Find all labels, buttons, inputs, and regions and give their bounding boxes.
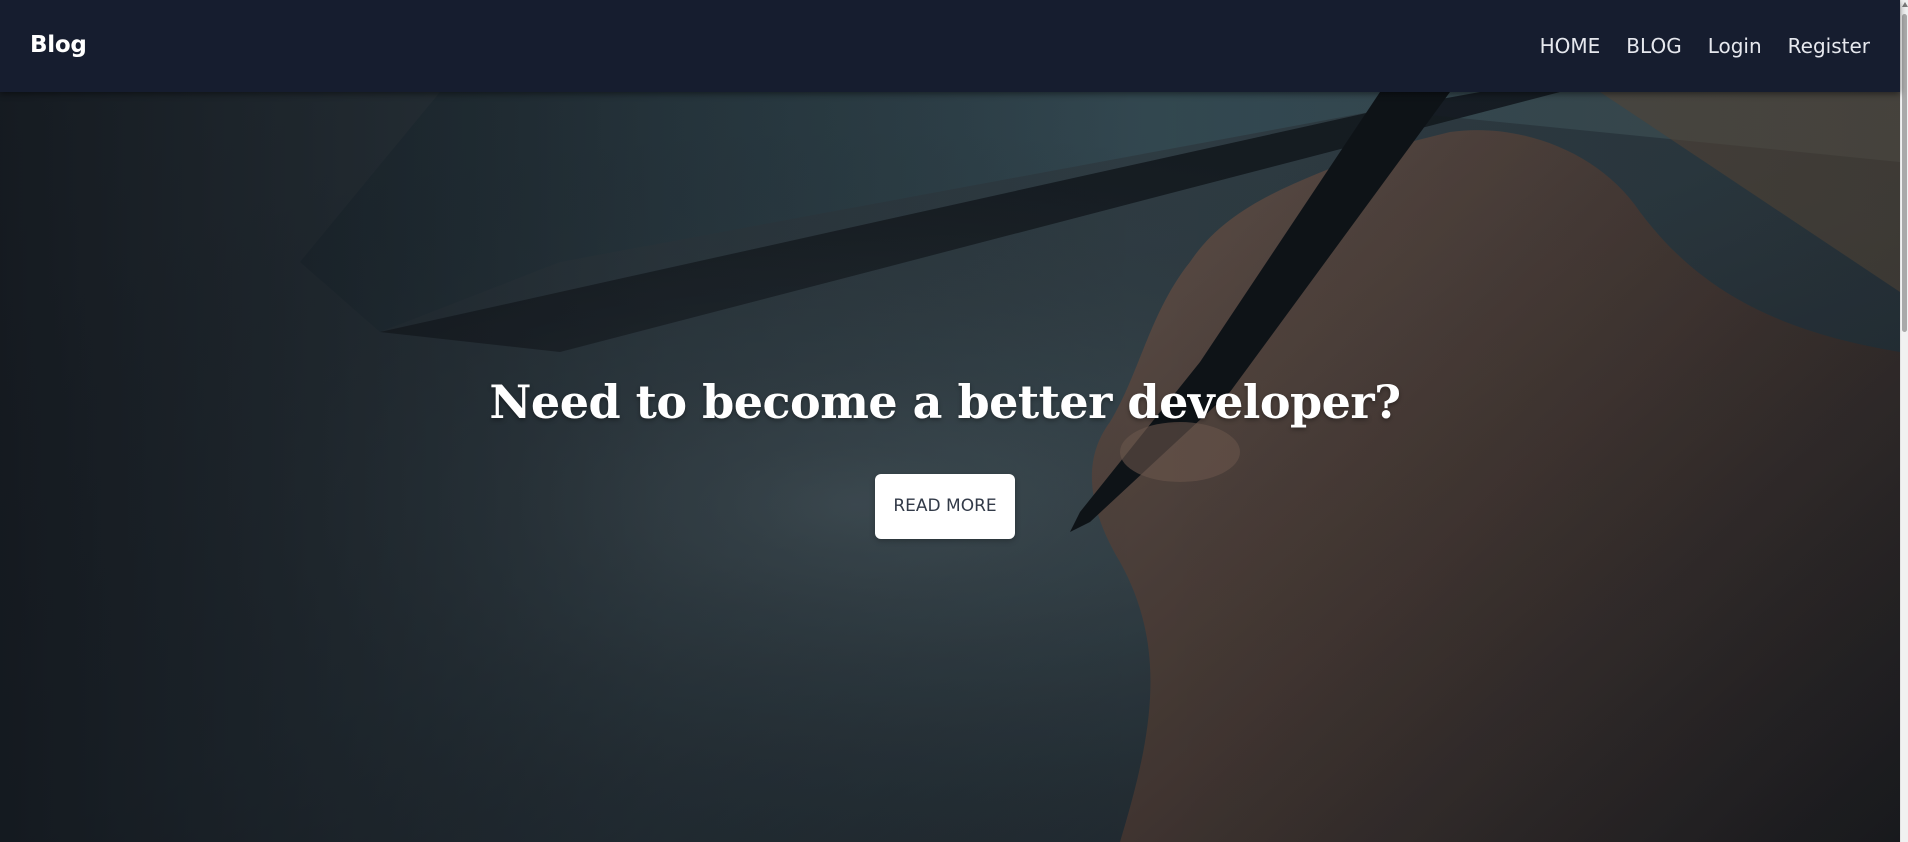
vertical-scrollbar[interactable] (1900, 0, 1908, 842)
nav-link-login[interactable]: Login (1708, 31, 1762, 61)
scrollbar-thumb[interactable] (1902, 14, 1907, 332)
nav-links: HOME BLOG Login Register (1540, 31, 1870, 61)
hero-section: Need to become a better developer? READ … (0, 92, 1900, 842)
nav-link-home[interactable]: HOME (1540, 31, 1601, 61)
page: Blog HOME BLOG Login Register Need to be… (0, 0, 1908, 842)
nav-link-blog[interactable]: BLOG (1626, 31, 1681, 61)
brand-logo[interactable]: Blog (30, 29, 87, 61)
read-more-button[interactable]: READ MORE (875, 474, 1015, 539)
nav-link-register[interactable]: Register (1788, 31, 1870, 61)
navbar: Blog HOME BLOG Login Register (0, 0, 1900, 92)
hero-title: Need to become a better developer? (489, 375, 1401, 429)
hero-content: Need to become a better developer? READ … (0, 374, 1890, 539)
scroll-up-arrow-icon[interactable] (1902, 2, 1908, 7)
